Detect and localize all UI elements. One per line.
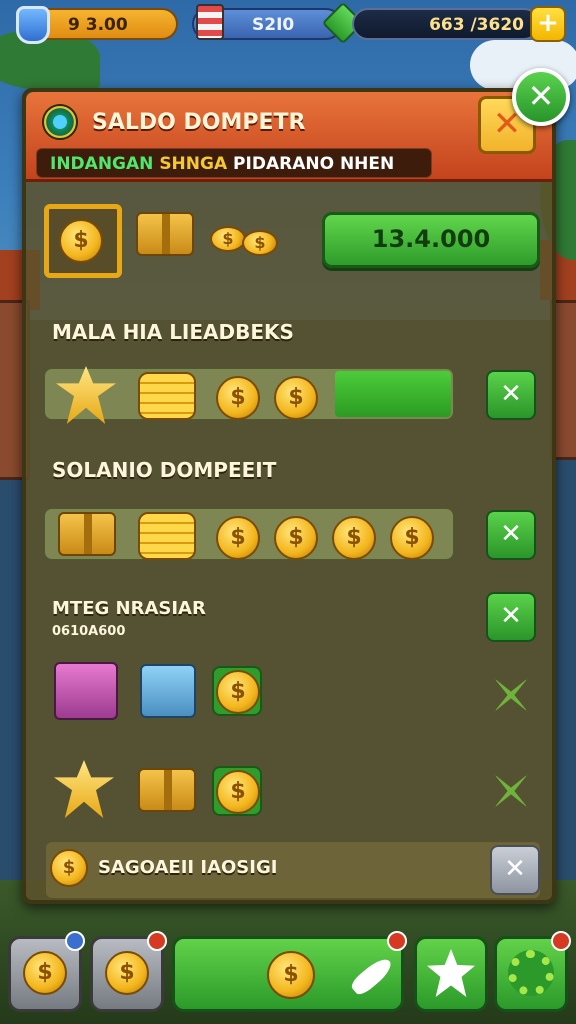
coin-icon: $ [216, 670, 260, 714]
coin-icon: $ [390, 516, 434, 560]
panel-header: SALDO DOMPETR INDANGAN SHNGA PIDARANO NH… [26, 92, 552, 182]
wallet-panel: SALDO DOMPETR INDANGAN SHNGA PIDARANO NH… [22, 88, 556, 904]
gear-icon [508, 950, 554, 996]
notification-badge [387, 931, 407, 951]
footer-close-button[interactable]: ✕ [490, 845, 540, 895]
gems-resource-value: 663 /3620 [429, 15, 524, 35]
add-currency-button[interactable]: + [530, 6, 566, 42]
main-action-button[interactable]: $ [172, 931, 407, 1012]
panel-subtitle: INDANGAN SHNGA PIDARANO NHEN [50, 154, 394, 174]
coin-icon: $ [210, 226, 246, 252]
balance-display[interactable]: 13.4.000 [322, 212, 540, 268]
coin-icon: $ [216, 376, 260, 420]
coin-icon: $ [105, 951, 149, 995]
coin-icon: $ [274, 376, 318, 420]
framed-coin-icon: $ [44, 204, 122, 278]
boxed-coin-button[interactable]: $ [212, 666, 262, 716]
gold-resource-value: 9 3.00 [68, 15, 128, 35]
bottom-coin-button-2[interactable]: $ [90, 931, 167, 1012]
coin-icon: $ [242, 230, 278, 256]
treasure-chest-icon [136, 212, 194, 256]
boxed-coin-button[interactable]: $ [212, 766, 262, 816]
footer-row: $ SAGOAEII IAOSIGI ✕ [46, 842, 540, 898]
subtitle-part-2: SHNGA [159, 154, 228, 174]
star-coin-icon [54, 760, 114, 818]
coin-icon: $ [23, 951, 67, 995]
feather-icon [348, 954, 396, 998]
pink-shop-icon [54, 662, 118, 720]
settings-button[interactable] [494, 931, 571, 1012]
section-3-sublabel: 0610A600 [52, 624, 126, 639]
check-cross-icon[interactable] [494, 774, 528, 808]
coin-icon: $ [267, 951, 315, 999]
section-1-close-button[interactable]: ✕ [486, 370, 536, 420]
notification-badge [551, 931, 571, 951]
treasure-chest-icon [58, 512, 116, 556]
check-cross-icon[interactable] [494, 678, 528, 712]
coin-icon: $ [332, 516, 376, 560]
dialog-close-button[interactable]: ✕ [512, 68, 570, 126]
flag-icon [196, 4, 224, 40]
coin-icon: $ [59, 219, 103, 263]
wallet-icon [42, 104, 78, 140]
shield-icon [16, 6, 50, 44]
flag-resource-value: S2I0 [252, 15, 295, 35]
gems-resource-pill[interactable]: 663 /3620 [352, 8, 540, 40]
section-3-label: MTEG NRASIAR [52, 598, 206, 619]
coin-icon: $ [50, 849, 88, 887]
subtitle-part-3: PIDARANO NHEN [233, 154, 395, 174]
coin-icon: $ [274, 516, 318, 560]
panel-title: SALDO DOMPETR [92, 110, 306, 135]
section-1-progress-fill [335, 371, 451, 417]
section-3-close-button[interactable]: ✕ [486, 592, 536, 642]
coin-stack-icon [138, 372, 196, 420]
coin-icon: $ [216, 770, 260, 814]
section-2-label: SOLANIO DOMPEEIT [52, 458, 277, 482]
top-resource-bar: 9 3.00 S2I0 663 /3620 + [0, 0, 576, 50]
section-2-close-button[interactable]: ✕ [486, 510, 536, 560]
flower-button[interactable] [414, 936, 488, 1012]
coin-icon: $ [216, 516, 260, 560]
bottom-coin-button-1[interactable]: $ [8, 931, 85, 1012]
blue-shop-icon [140, 664, 196, 718]
subtitle-part-1: INDANGAN [50, 154, 154, 174]
flower-icon [427, 949, 475, 997]
notification-badge [147, 931, 167, 951]
notification-badge [65, 931, 85, 951]
footer-label: SAGOAEII IAOSIGI [98, 857, 278, 878]
coin-stack-icon [138, 512, 196, 560]
treasure-chest-icon [138, 768, 196, 812]
section-1-label: MALA HIA LIEADBEKS [52, 320, 294, 344]
